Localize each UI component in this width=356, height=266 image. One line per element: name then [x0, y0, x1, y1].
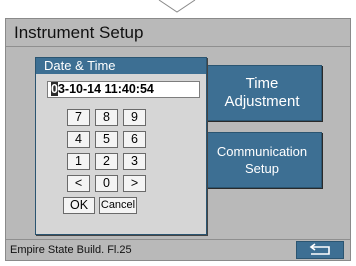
date-time-dialog: Date & Time 03-10-14 11:40:54 7 8 9 4 5 … [35, 57, 207, 235]
input-cursor: 0 [51, 82, 58, 96]
return-arrow-icon [309, 243, 330, 255]
dialog-title: Date & Time [36, 58, 206, 74]
key-5[interactable]: 5 [95, 131, 118, 148]
key-4[interactable]: 4 [67, 131, 90, 148]
key-9[interactable]: 9 [123, 109, 146, 126]
key-1[interactable]: 1 [67, 153, 90, 170]
key-0[interactable]: 0 [95, 175, 118, 192]
key-6[interactable]: 6 [123, 131, 146, 148]
cancel-button[interactable]: Cancel [99, 197, 137, 214]
key-right[interactable]: > [123, 175, 146, 192]
time-adjustment-label-line1: Time [245, 75, 279, 92]
communication-setup-button[interactable]: Communication Setup [196, 132, 322, 188]
instrument-setup-screen: Instrument Setup Time Adjustment Communi… [5, 18, 351, 261]
title-divider [6, 46, 350, 47]
key-3[interactable]: 3 [123, 153, 146, 170]
back-button[interactable] [296, 241, 344, 259]
page-title: Instrument Setup [14, 23, 144, 42]
key-8[interactable]: 8 [95, 109, 118, 126]
key-7[interactable]: 7 [67, 109, 90, 126]
time-adjustment-button[interactable]: Time Adjustment [196, 65, 322, 121]
datetime-value: 3-10-14 11:40:54 [57, 82, 154, 96]
communication-setup-label-line1: Communication [216, 144, 308, 159]
datetime-input[interactable]: 03-10-14 11:40:54 [47, 81, 200, 98]
key-left[interactable]: < [67, 175, 90, 192]
status-bar: Empire State Build. Fl.25 [6, 239, 350, 260]
location-label: Empire State Build. Fl.25 [10, 244, 132, 256]
key-2[interactable]: 2 [95, 153, 118, 170]
time-adjustment-label-line2: Adjustment [224, 93, 300, 110]
top-chevron-icon [158, 0, 196, 13]
communication-setup-label-line2: Setup [245, 161, 279, 176]
ok-button[interactable]: OK [63, 197, 95, 214]
